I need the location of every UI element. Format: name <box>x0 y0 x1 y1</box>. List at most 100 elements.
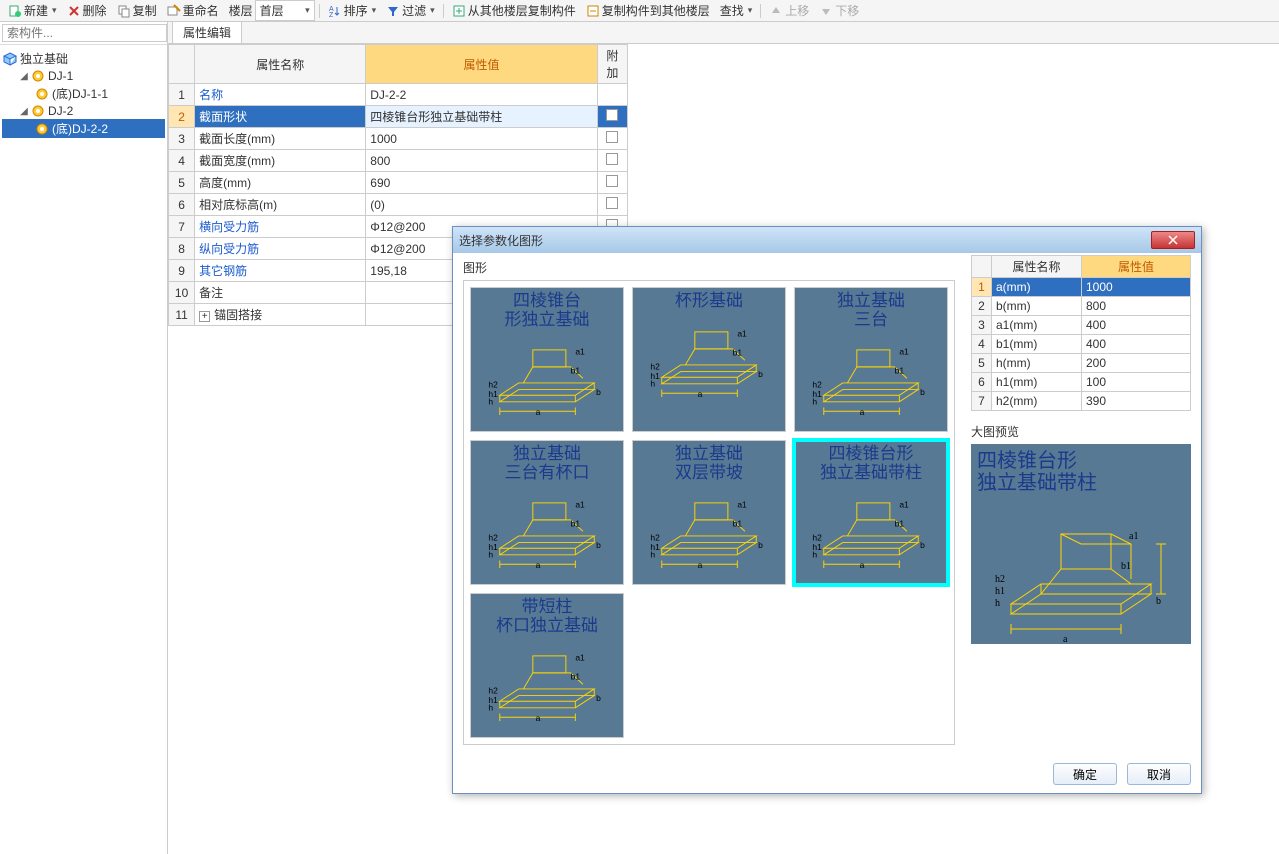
new-icon <box>8 4 22 18</box>
svg-text:a: a <box>1063 634 1068 644</box>
table-row[interactable]: 2截面形状四棱锥台形独立基础带柱 <box>169 106 628 128</box>
svg-text:b: b <box>596 388 601 398</box>
svg-text:h: h <box>995 598 1000 609</box>
copy-icon <box>117 4 131 18</box>
tree-label: DJ-2 <box>48 104 73 118</box>
down-icon <box>819 4 833 18</box>
filter-button[interactable]: 过滤▾ <box>382 1 439 20</box>
svg-text:b1: b1 <box>571 672 581 682</box>
svg-text:b: b <box>920 388 925 398</box>
ok-button[interactable]: 确定 <box>1053 763 1117 785</box>
tab-property-edit[interactable]: 属性编辑 <box>172 21 242 43</box>
table-row[interactable]: 7h2(mm)390 <box>972 392 1191 411</box>
copy-from-floor-button[interactable]: 从其他楼层复制构件 <box>448 1 580 20</box>
checkbox[interactable] <box>606 131 618 143</box>
table-row[interactable]: 5h(mm)200 <box>972 354 1191 373</box>
sort-button[interactable]: AZ 排序▾ <box>324 1 381 20</box>
svg-text:b: b <box>596 541 601 551</box>
svg-text:h2: h2 <box>488 380 498 390</box>
dialog-property-table: 属性名称 属性值 1a(mm)10002b(mm)8003a1(mm)4004b… <box>971 255 1191 411</box>
svg-text:a: a <box>860 560 865 569</box>
floor-select[interactable]: 首层▾ <box>255 0 315 21</box>
table-row[interactable]: 4截面宽度(mm)800 <box>169 150 628 172</box>
cube-icon <box>3 52 17 66</box>
shape-card[interactable]: 杯形基础h2h1ha1b1ba <box>632 287 786 432</box>
svg-text:h: h <box>488 397 493 407</box>
svg-text:h2: h2 <box>995 574 1005 585</box>
rename-button[interactable]: 重命名 <box>163 1 223 20</box>
sidebar: 独立基础 ◢ DJ-1 (底)DJ-1-1 ◢ DJ-2 (底)DJ-2-2 <box>0 22 168 854</box>
find-button[interactable]: 查找▾ <box>716 1 757 20</box>
svg-text:Z: Z <box>329 12 334 18</box>
svg-text:h: h <box>650 550 655 560</box>
dialog-titlebar[interactable]: 选择参数化图形 <box>453 227 1201 253</box>
svg-text:h: h <box>488 550 493 560</box>
header-name: 属性名称 <box>195 45 366 84</box>
shape-card[interactable]: 四棱锥台形独立基础h2h1ha1b1ba <box>470 287 624 432</box>
table-row[interactable]: 5高度(mm)690 <box>169 172 628 194</box>
collapse-icon[interactable]: ◢ <box>18 106 30 117</box>
cancel-button[interactable]: 取消 <box>1127 763 1191 785</box>
shape-card[interactable]: 独立基础双层带坡h2h1ha1b1ba <box>632 440 786 585</box>
copy-button[interactable]: 复制 <box>113 1 161 20</box>
dlg-header-value: 属性值 <box>1082 256 1191 278</box>
shape-card[interactable]: 四棱锥台形独立基础带柱h2h1ha1b1ba <box>794 440 948 585</box>
table-row[interactable]: 6相对底标高(m)(0) <box>169 194 628 216</box>
new-button[interactable]: 新建▾ <box>4 1 61 20</box>
svg-text:b1: b1 <box>895 519 905 529</box>
sort-icon: AZ <box>328 4 342 18</box>
content-area: 属性编辑 属性名称 属性值 附加 1名称DJ-2-22截面形状四棱锥台形独立基础… <box>168 22 1279 854</box>
move-down-button[interactable]: 下移 <box>815 1 863 20</box>
move-up-button[interactable]: 上移 <box>765 1 813 20</box>
svg-text:b1: b1 <box>733 347 743 357</box>
svg-text:a: a <box>536 407 541 416</box>
search-input[interactable] <box>2 24 167 42</box>
delete-button[interactable]: 删除 <box>63 1 111 20</box>
table-row[interactable]: 3a1(mm)400 <box>972 316 1191 335</box>
svg-text:b: b <box>758 369 763 379</box>
tree-label: (底)DJ-1-1 <box>52 85 108 102</box>
shape-grid: 四棱锥台形独立基础h2h1ha1b1ba杯形基础h2h1ha1b1ba独立基础三… <box>463 280 955 745</box>
preview-title: 四棱锥台形独立基础带柱 <box>977 450 1185 494</box>
filter-icon <box>386 4 400 18</box>
svg-text:h: h <box>812 550 817 560</box>
tree-node-dj1-bottom[interactable]: (底)DJ-1-1 <box>2 84 165 103</box>
tab-bar: 属性编辑 <box>168 22 1279 44</box>
svg-text:b1: b1 <box>571 366 581 376</box>
component-tree: 独立基础 ◢ DJ-1 (底)DJ-1-1 ◢ DJ-2 (底)DJ-2-2 <box>0 45 167 854</box>
tree-node-dj2[interactable]: ◢ DJ-2 <box>2 103 165 119</box>
collapse-icon[interactable]: ◢ <box>18 71 30 82</box>
close-button[interactable] <box>1151 231 1195 249</box>
svg-text:h2: h2 <box>812 380 822 390</box>
table-row[interactable]: 1a(mm)1000 <box>972 278 1191 297</box>
svg-text:h2: h2 <box>650 533 660 543</box>
table-row[interactable]: 1名称DJ-2-2 <box>169 84 628 106</box>
copy-to-floor-button[interactable]: 复制构件到其他楼层 <box>582 1 714 20</box>
floor-label: 楼层 <box>229 2 253 19</box>
svg-text:a1: a1 <box>899 347 909 357</box>
table-row[interactable]: 3截面长度(mm)1000 <box>169 128 628 150</box>
svg-text:a1: a1 <box>899 500 909 510</box>
delete-icon <box>67 4 81 18</box>
checkbox[interactable] <box>606 197 618 209</box>
checkbox[interactable] <box>606 175 618 187</box>
table-row[interactable]: 2b(mm)800 <box>972 297 1191 316</box>
svg-text:a1: a1 <box>575 500 585 510</box>
table-row[interactable]: 4b1(mm)400 <box>972 335 1191 354</box>
checkbox[interactable] <box>606 109 618 121</box>
checkbox[interactable] <box>606 153 618 165</box>
preview-label: 大图预览 <box>971 423 1191 440</box>
svg-text:h2: h2 <box>650 361 660 371</box>
tree-node-dj2-bottom[interactable]: (底)DJ-2-2 <box>2 119 165 138</box>
shape-card[interactable]: 带短柱杯口独立基础h2h1ha1b1ba <box>470 593 624 738</box>
rename-icon <box>167 4 181 18</box>
dlg-header-name: 属性名称 <box>992 256 1082 278</box>
table-row[interactable]: 6h1(mm)100 <box>972 373 1191 392</box>
svg-text:h1: h1 <box>995 586 1005 597</box>
tree-root[interactable]: 独立基础 <box>2 49 165 68</box>
svg-text:a1: a1 <box>1129 531 1138 542</box>
shape-card[interactable]: 独立基础三台h2h1ha1b1ba <box>794 287 948 432</box>
tree-node-dj1[interactable]: ◢ DJ-1 <box>2 68 165 84</box>
shape-card[interactable]: 独立基础三台有杯口h2h1ha1b1ba <box>470 440 624 585</box>
svg-text:a: a <box>536 560 541 569</box>
